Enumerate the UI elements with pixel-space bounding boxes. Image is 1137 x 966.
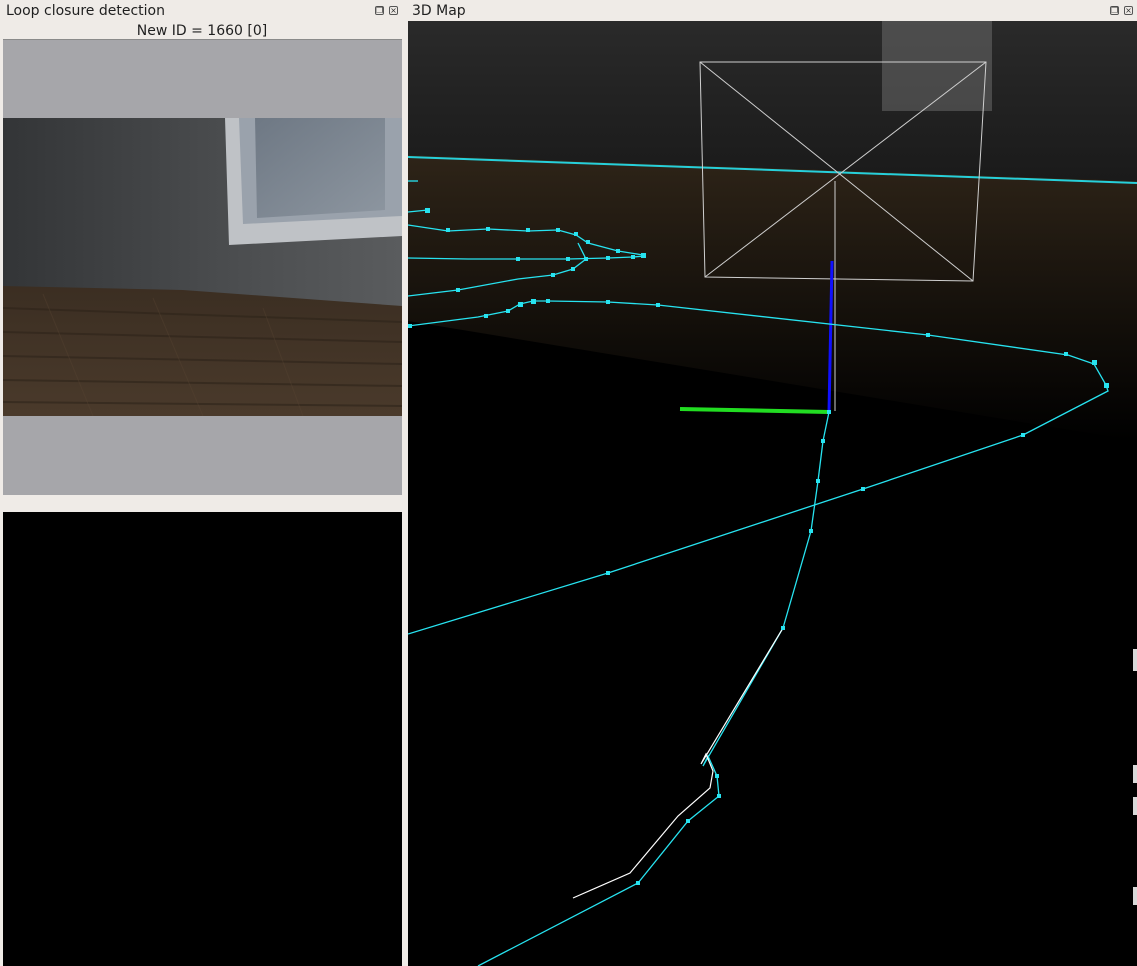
map-dock-title-text: 3D Map: [412, 3, 466, 19]
overlay-widget-edge: [1133, 887, 1137, 905]
axis-y: [679, 407, 830, 414]
overlay-widget-edge: [1133, 649, 1137, 671]
point-cloud-window: [882, 21, 992, 111]
point-cloud-floor: [408, 155, 1137, 441]
close-icon[interactable]: ×: [389, 6, 398, 15]
loop-closure-image-view: [3, 39, 402, 495]
loop-closure-dock-title-text: Loop closure detection: [6, 3, 165, 19]
map-3d-canvas[interactable]: [408, 21, 1137, 966]
camera-image: [3, 118, 402, 416]
close-icon[interactable]: ×: [1124, 6, 1133, 15]
overlay-widget-edge: [1133, 765, 1137, 783]
new-id-label: New ID = 1660 [0]: [136, 23, 268, 39]
point-cloud-wall: [408, 21, 1137, 181]
odometry-path: [572, 627, 784, 899]
loop-closure-dock-title[interactable]: Loop closure detection ❐ ×: [0, 0, 404, 21]
map-3d-view[interactable]: [408, 21, 1137, 966]
overlay-widget-edge: [1133, 797, 1137, 815]
map-dock-title[interactable]: 3D Map ❐ ×: [408, 0, 1137, 21]
float-icon[interactable]: ❐: [375, 6, 384, 15]
float-icon[interactable]: ❐: [1110, 6, 1119, 15]
loop-closure-match-view: [3, 512, 402, 966]
